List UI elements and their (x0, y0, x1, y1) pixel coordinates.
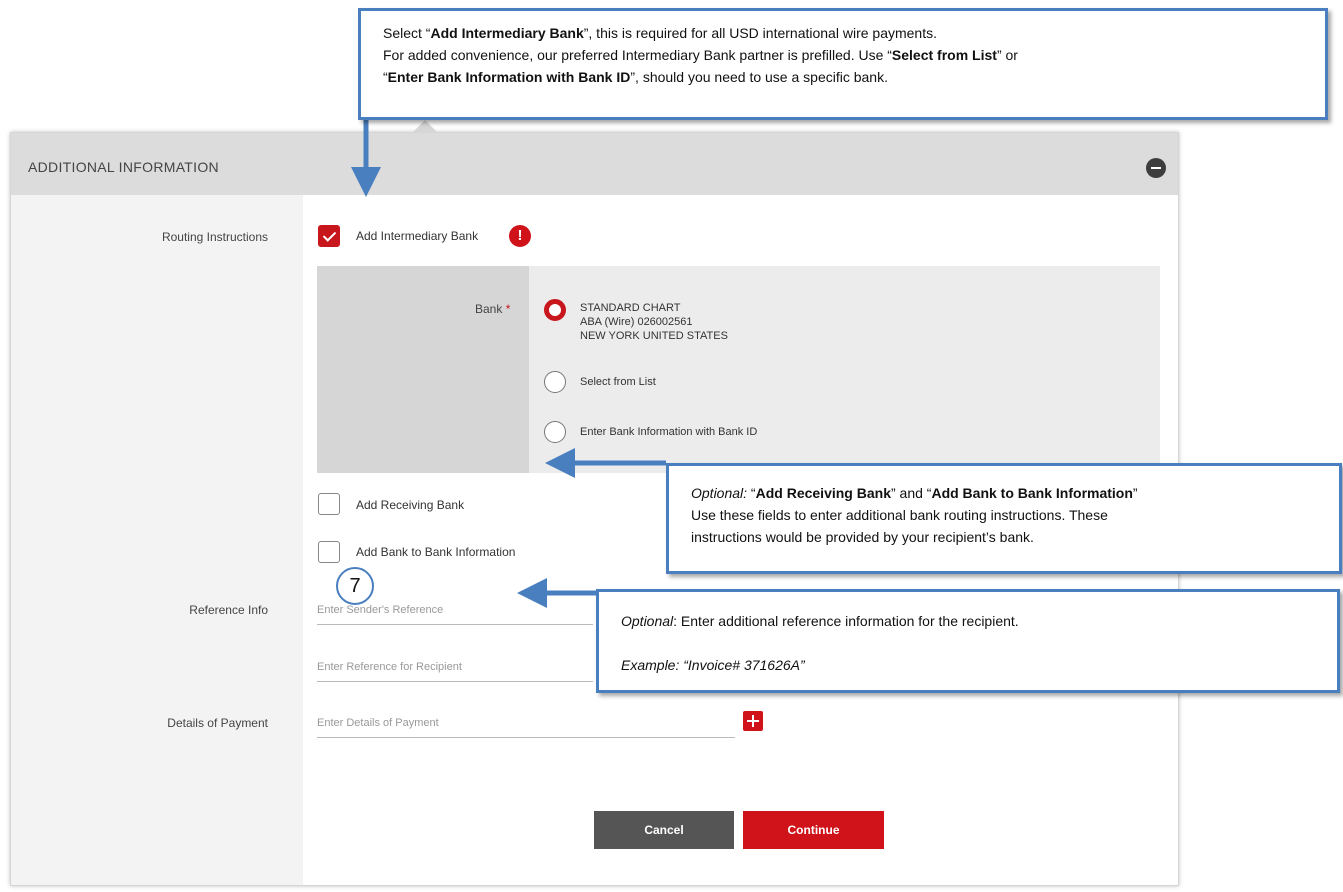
alert-icon: ! (509, 225, 531, 247)
intermediary-bank-box (317, 266, 1160, 473)
bank-box-pointer (412, 120, 438, 133)
callout-receiving-bank: Optional: “Add Receiving Bank” and “Add … (666, 463, 1342, 574)
details-of-payment-label: Details of Payment (167, 716, 268, 730)
add-bank-to-bank-label: Add Bank to Bank Information (356, 545, 516, 559)
add-receiving-bank-checkbox[interactable] (318, 493, 340, 515)
callout-reference-info: Optional: Enter additional reference inf… (596, 589, 1340, 693)
details-of-payment-field[interactable] (317, 711, 735, 738)
callout-intermediary-bank: Select “Add Intermediary Bank”, this is … (358, 8, 1328, 120)
section-title: ADDITIONAL INFORMATION (28, 159, 219, 175)
reference-info-label: Reference Info (189, 603, 268, 617)
add-intermediary-bank-label: Add Intermediary Bank (356, 229, 479, 243)
bank-label: Bank * (475, 302, 511, 316)
bank-option-standard-chart-radio[interactable] (544, 299, 566, 321)
add-receiving-bank-label: Add Receiving Bank (356, 498, 465, 512)
add-intermediary-bank-checkbox[interactable] (318, 225, 340, 247)
enter-bank-id-label: Enter Bank Information with Bank ID (580, 426, 758, 438)
recipient-reference-input[interactable] (317, 655, 593, 679)
add-bank-to-bank-checkbox[interactable] (318, 541, 340, 563)
select-from-list-label: Select from List (580, 376, 656, 388)
routing-instructions-label: Routing Instructions (161, 230, 268, 244)
recipient-reference-field[interactable] (317, 655, 593, 682)
section-header[interactable]: ADDITIONAL INFORMATION (11, 133, 1178, 195)
add-details-plus-icon[interactable] (743, 711, 763, 731)
details-of-payment-input[interactable] (317, 711, 735, 735)
bank-option-standard-chart: STANDARD CHART ABA (Wire) 026002561 NEW … (580, 302, 728, 342)
select-from-list-radio[interactable] (544, 371, 566, 393)
cancel-button[interactable]: Cancel (594, 811, 734, 849)
step-number-badge: 7 (336, 567, 374, 605)
bank-label-area (317, 266, 529, 473)
label-column (11, 195, 303, 885)
continue-button[interactable]: Continue (743, 811, 884, 849)
enter-bank-id-radio[interactable] (544, 421, 566, 443)
collapse-icon[interactable] (1146, 158, 1166, 178)
